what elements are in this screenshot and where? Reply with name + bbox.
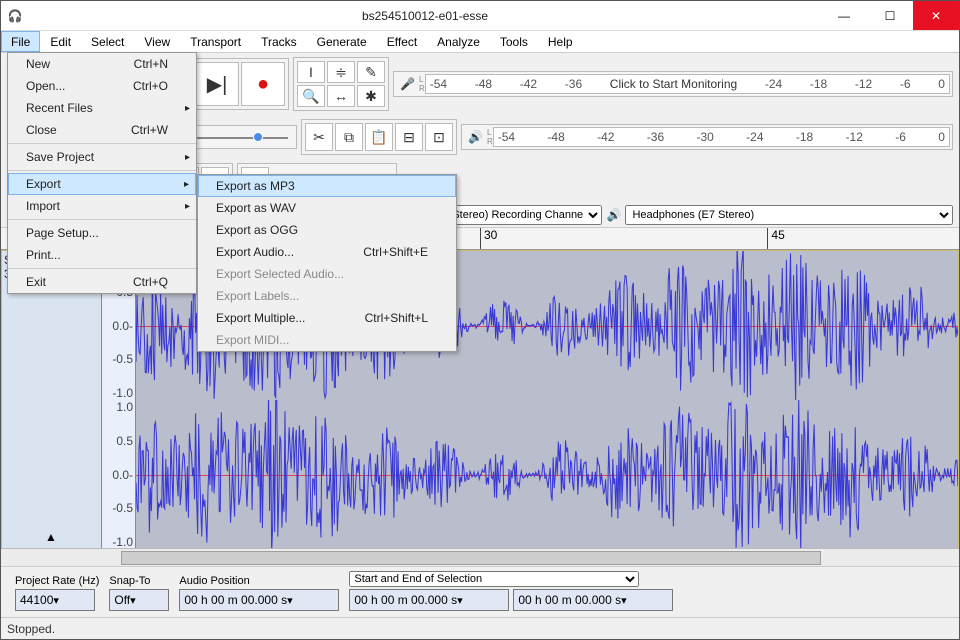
menu-file[interactable]: File	[1, 31, 40, 52]
audio-track[interactable]: Stereo, 44100Hz 32-bit float ▲ 1.00.50.0…	[1, 250, 959, 548]
menuitem-import[interactable]: Import	[8, 195, 196, 217]
collapse-icon[interactable]: ▲	[45, 530, 57, 544]
menuitem-export-as-ogg[interactable]: Export as OGG	[198, 219, 456, 241]
app-icon: 🎧	[1, 9, 29, 23]
app-window: 🎧 bs254510012-e01-esse — ☐ ✕ File Edit S…	[0, 0, 960, 640]
snap-to-select[interactable]: Off ▾	[109, 589, 169, 611]
recording-meter[interactable]: -54-48-42-36Click to Start Monitoring-24…	[425, 74, 950, 94]
silence-button[interactable]: ⊡	[425, 123, 453, 151]
timeshift-tool[interactable]: ↔	[327, 85, 355, 107]
window-title: bs254510012-e01-esse	[29, 9, 821, 23]
menuitem-export-selected-audio-: Export Selected Audio...	[198, 263, 456, 285]
copy-button[interactable]: ⧉	[335, 123, 363, 151]
menuitem-export-as-wav[interactable]: Export as WAV	[198, 197, 456, 219]
menuitem-export-labels-: Export Labels...	[198, 285, 456, 307]
menu-transport[interactable]: Transport	[180, 31, 251, 52]
menu-analyze[interactable]: Analyze	[427, 31, 490, 52]
record-button[interactable]: ●	[241, 62, 285, 106]
tracks-area: Stereo, 44100Hz 32-bit float ▲ 1.00.50.0…	[1, 250, 959, 548]
menu-tracks[interactable]: Tracks	[251, 31, 307, 52]
menuitem-page-setup-[interactable]: Page Setup...	[8, 222, 196, 244]
menu-generate[interactable]: Generate	[307, 31, 377, 52]
window-buttons: — ☐ ✕	[821, 1, 959, 30]
menu-effect[interactable]: Effect	[377, 31, 427, 52]
multi-tool[interactable]: ✱	[357, 85, 385, 107]
minimize-button[interactable]: —	[821, 1, 867, 30]
close-button[interactable]: ✕	[913, 1, 959, 30]
selection-label: Start and End of Selection	[349, 571, 673, 587]
snap-to-label: Snap-To	[109, 575, 169, 587]
menuitem-export[interactable]: Export	[8, 173, 196, 195]
scrollbar-thumb[interactable]	[121, 551, 821, 565]
paste-button[interactable]: 📋	[365, 123, 393, 151]
menu-edit[interactable]: Edit	[40, 31, 81, 52]
status-text: Stopped.	[7, 622, 55, 636]
speaker-icon: 🔊	[606, 208, 621, 222]
menuitem-export-as-mp3[interactable]: Export as MP3	[198, 175, 456, 197]
selection-toolbar: Project Rate (Hz) 44100 ▾ Snap-To Off ▾ …	[1, 566, 959, 617]
horizontal-scrollbar[interactable]	[1, 548, 959, 566]
menuitem-recent-files[interactable]: Recent Files	[8, 97, 196, 119]
titlebar: 🎧 bs254510012-e01-esse — ☐ ✕	[1, 1, 959, 31]
file-menu-dropdown: NewCtrl+NOpen...Ctrl+ORecent FilesCloseC…	[7, 52, 197, 294]
menuitem-print-[interactable]: Print...	[8, 244, 196, 266]
selection-mode-select[interactable]: Start and End of Selection	[349, 571, 639, 587]
amplitude-scale: 1.00.50.0--0.5-1.0	[102, 400, 136, 548]
playback-device-select[interactable]: Headphones (E7 Stereo)	[625, 205, 953, 225]
maximize-button[interactable]: ☐	[867, 1, 913, 30]
zoom-tool[interactable]: 🔍	[297, 85, 325, 107]
menuitem-close[interactable]: CloseCtrl+W	[8, 119, 196, 141]
draw-tool[interactable]: ✎	[357, 61, 385, 83]
project-rate-select[interactable]: 44100 ▾	[15, 589, 95, 611]
cut-button[interactable]: ✂	[305, 123, 333, 151]
trim-button[interactable]: ⊟	[395, 123, 423, 151]
tools-toolbar: I ≑ ✎ 🔍 ↔ ✱	[293, 57, 389, 111]
track-control-panel[interactable]: Stereo, 44100Hz 32-bit float ▲	[2, 251, 102, 548]
menuitem-export-multiple-[interactable]: Export Multiple...Ctrl+Shift+L	[198, 307, 456, 329]
waveform-right[interactable]	[136, 400, 958, 548]
play-meter: 🔊 LR -54-48-42-36-30-24-18-12-60	[461, 124, 953, 150]
project-rate-label: Project Rate (Hz)	[15, 575, 99, 587]
menuitem-export-midi-: Export MIDI...	[198, 329, 456, 351]
speaker-icon: 🔊	[464, 130, 487, 144]
menu-select[interactable]: Select	[81, 31, 134, 52]
menu-view[interactable]: View	[134, 31, 180, 52]
menuitem-open-[interactable]: Open...Ctrl+O	[8, 75, 196, 97]
rec-meter: 🎤 LR -54-48-42-36Click to Start Monitori…	[393, 71, 953, 97]
selection-tool[interactable]: I	[297, 61, 325, 83]
menuitem-new[interactable]: NewCtrl+N	[8, 53, 196, 75]
selection-start-field[interactable]: 00 h 00 m 00.000 s▾	[349, 589, 509, 611]
menu-help[interactable]: Help	[538, 31, 583, 52]
channels-select[interactable]: 2 (Stereo) Recording Channel	[432, 205, 602, 225]
menubar: File Edit Select View Transport Tracks G…	[1, 31, 959, 53]
envelope-tool[interactable]: ≑	[327, 61, 355, 83]
menuitem-save-project[interactable]: Save Project	[8, 146, 196, 168]
export-submenu-dropdown: Export as MP3Export as WAVExport as OGGE…	[197, 174, 457, 352]
selection-end-field[interactable]: 00 h 00 m 00.000 s▾	[513, 589, 673, 611]
menuitem-export-audio-[interactable]: Export Audio...Ctrl+Shift+E	[198, 241, 456, 263]
skip-end-button[interactable]: ▶|	[195, 62, 239, 106]
audio-position-label: Audio Position	[179, 575, 339, 587]
audio-position-field[interactable]: 00 h 00 m 00.000 s▾	[179, 589, 339, 611]
statusbar: Stopped.	[1, 617, 959, 639]
playback-meter[interactable]: -54-48-42-36-30-24-18-12-60	[493, 127, 950, 147]
mic-icon: 🎤	[396, 77, 419, 91]
menuitem-exit[interactable]: ExitCtrl+Q	[8, 271, 196, 293]
edit-toolbar: ✂ ⧉ 📋 ⊟ ⊡	[301, 119, 457, 155]
menu-tools[interactable]: Tools	[490, 31, 538, 52]
